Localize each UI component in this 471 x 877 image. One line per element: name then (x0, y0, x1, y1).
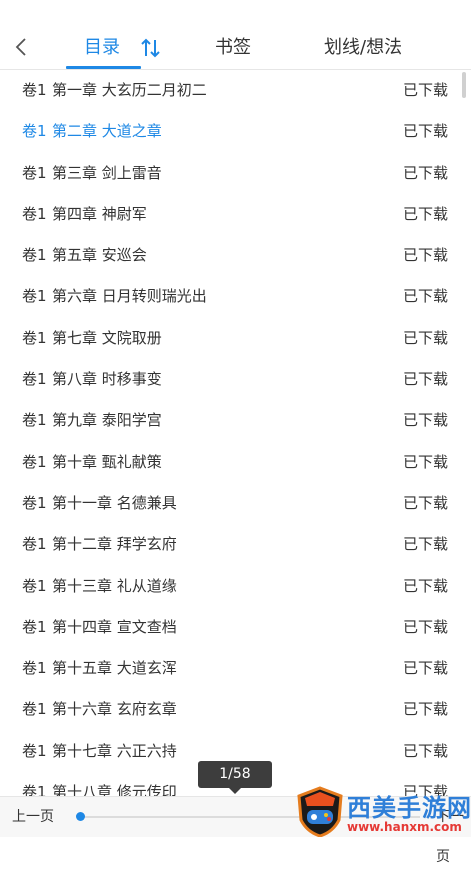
tab-highlights-notes[interactable]: 划线/想法 (324, 34, 402, 62)
chapter-volume: 卷1 (22, 617, 47, 636)
chapter-title: 第十三章 礼从道缘 (52, 576, 177, 595)
back-button[interactable] (10, 34, 32, 60)
download-status: 已下载 (402, 493, 448, 512)
tooltip-arrow (229, 788, 241, 794)
prev-page-button[interactable]: 上一页 (12, 797, 54, 837)
chapter-title: 第八章 时移事变 (52, 370, 162, 389)
download-status: 已下载 (402, 81, 448, 99)
chapter-row[interactable]: 卷1 第十六章 玄府玄章 已下载 (0, 689, 471, 730)
download-status: 已下载 (402, 741, 448, 760)
download-status: 已下载 (402, 700, 448, 719)
chapter-title: 第十四章 宣文查档 (52, 617, 177, 636)
chapter-row[interactable]: 卷1 第六章 日月转则瑞光出 已下载 (0, 276, 471, 317)
chapter-row[interactable]: 卷1 第七章 文院取册 已下载 (0, 318, 471, 359)
chapter-title: 第六章 日月转则瑞光出 (52, 287, 207, 306)
watermark-url: www.hanxm.com (347, 820, 462, 834)
tab-bookmarks[interactable]: 书签 (215, 34, 251, 62)
list-scrollbar[interactable] (462, 72, 466, 98)
download-status: 已下载 (402, 411, 448, 430)
chapter-volume: 卷1 (22, 246, 47, 265)
chevron-left-icon (15, 38, 26, 56)
chapter-row[interactable]: 卷1 第四章 神尉军 已下载 (0, 194, 471, 235)
chapter-title: 第九章 泰阳学宫 (52, 411, 162, 430)
download-status: 已下载 (402, 370, 448, 389)
chapter-title: 第十章 甄礼献策 (52, 452, 162, 471)
active-tab-indicator (66, 66, 141, 69)
download-status: 已下载 (402, 122, 448, 141)
chapter-title: 第四章 神尉军 (52, 204, 147, 223)
sort-arrows-icon (141, 38, 160, 58)
chapter-row[interactable]: 卷1 第三章 剑上雷音 已下载 (0, 153, 471, 194)
gamepad-shield-logo (297, 786, 343, 837)
chapter-title: 第十二章 拜学玄府 (52, 535, 177, 554)
chapter-volume: 卷1 (22, 659, 47, 678)
download-status: 已下载 (402, 287, 448, 306)
chapter-row[interactable]: 卷1 第十四章 宣文查档 已下载 (0, 607, 471, 648)
sort-order-button[interactable] (140, 36, 162, 60)
chapter-volume: 卷1 (22, 493, 47, 512)
chapter-title: 第十六章 玄府玄章 (52, 700, 177, 719)
download-status: 已下载 (402, 452, 448, 471)
chapter-volume: 卷1 (22, 411, 47, 430)
chapter-volume: 卷1 (22, 535, 47, 554)
watermark-text: 西美手游网 (347, 794, 471, 822)
download-status: 已下载 (402, 163, 448, 182)
chapter-volume: 卷1 (22, 204, 47, 223)
chapter-volume: 卷1 (22, 576, 47, 595)
download-status: 已下载 (402, 204, 448, 223)
watermark: 西美手游网 www.hanxm.com (293, 786, 471, 837)
chapter-volume: 卷1 (22, 287, 47, 306)
chapter-volume: 卷1 (22, 370, 47, 389)
chapter-row[interactable]: 卷1 第八章 时移事变 已下载 (0, 359, 471, 400)
chapter-title: 第三章 剑上雷音 (52, 163, 162, 182)
chapter-title: 第一章 大玄历二月初二 (52, 81, 207, 99)
chapter-row[interactable]: 卷1 第十章 甄礼献策 已下载 (0, 442, 471, 483)
download-status: 已下载 (402, 328, 448, 347)
download-status: 已下载 (402, 659, 448, 678)
chapter-volume: 卷1 (22, 328, 47, 347)
chapter-title: 第七章 文院取册 (52, 328, 162, 347)
chapter-volume: 卷1 (22, 741, 47, 760)
chapter-row[interactable]: 卷1 第五章 安巡会 已下载 (0, 235, 471, 276)
page-indicator-tooltip: 1/58 (198, 761, 272, 788)
chapter-title: 第十七章 六正六持 (52, 741, 177, 760)
chapter-row[interactable]: 卷1 第二章 大道之章 已下载 (0, 111, 471, 152)
page-slider-thumb[interactable] (76, 812, 85, 821)
chapter-volume: 卷1 (22, 700, 47, 719)
chapter-title: 第十一章 名德兼具 (52, 493, 177, 512)
top-bar: 目录 书签 划线/想法 (0, 0, 471, 70)
chapter-title: 第五章 安巡会 (52, 246, 147, 265)
download-status: 已下载 (402, 246, 448, 265)
chapter-list: 卷1 第一章 大玄历二月初二 已下载 卷1 第二章 大道之章 已下载 卷1 第三章 剑上雷音已… (0, 70, 471, 813)
download-status: 已下载 (402, 617, 448, 636)
chapter-row[interactable]: 卷1 第十一章 名德兼具 已下载 (0, 483, 471, 524)
chapter-title: 第十五章 大道玄浑 (52, 659, 177, 678)
chapter-volume: 卷1 (22, 452, 47, 471)
chapter-row[interactable]: 卷1 第九章 泰阳学宫 已下载 (0, 400, 471, 441)
chapter-volume: 卷1 (22, 81, 47, 99)
chapter-row[interactable]: 卷1 第十五章 大道玄浑 已下载 (0, 648, 471, 689)
chapter-volume: 卷1 (22, 163, 47, 182)
download-status: 已下载 (402, 576, 448, 595)
tab-contents[interactable]: 目录 (84, 34, 120, 62)
chapter-row[interactable]: 卷1 第十三章 礼从道缘 已下载 (0, 566, 471, 607)
chapter-row[interactable]: 卷1 第十二章 拜学玄府 已下载 (0, 524, 471, 565)
chapter-row[interactable]: 卷1 第一章 大玄历二月初二 已下载 (0, 70, 471, 111)
chapter-title: 第二章 大道之章 (52, 122, 162, 141)
chapter-volume: 卷1 (22, 122, 47, 141)
download-status: 已下载 (402, 535, 448, 554)
